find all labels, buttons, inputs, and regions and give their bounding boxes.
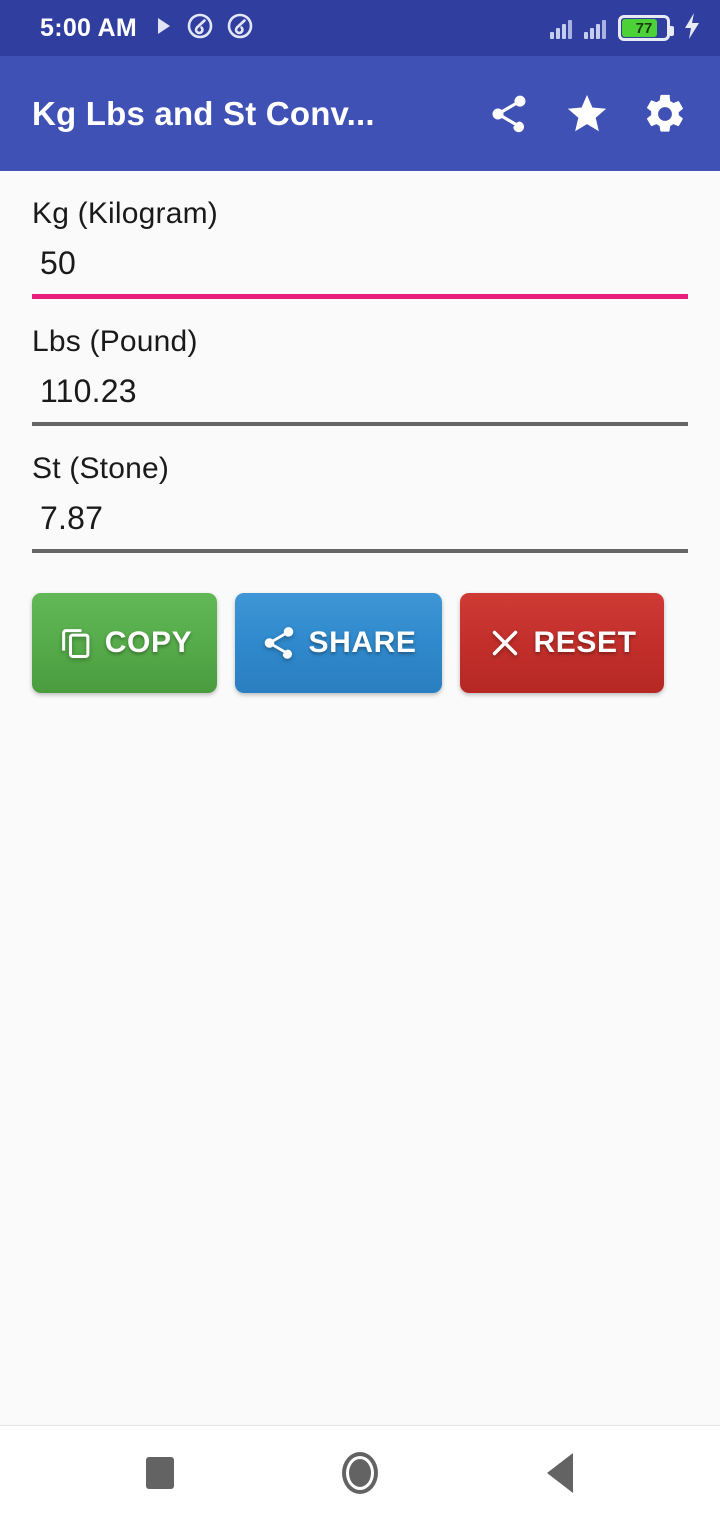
app-notification-icon: [187, 13, 213, 44]
st-field-label: St (Stone): [32, 452, 170, 485]
share-icon[interactable]: [478, 83, 540, 145]
home-button[interactable]: [325, 1438, 395, 1508]
status-bar-notification-icons: [155, 13, 253, 44]
recents-button[interactable]: [125, 1438, 195, 1508]
status-bar-clock: 5:00 AM: [40, 13, 138, 42]
triangle-back-icon: [547, 1453, 573, 1493]
lbs-input[interactable]: [32, 373, 688, 422]
kg-field-label: Kg (Kilogram): [32, 197, 218, 230]
st-field-row[interactable]: [32, 500, 688, 553]
lbs-field-row[interactable]: [32, 373, 688, 426]
status-bar: 5:00 AM 77: [0, 0, 720, 56]
system-navigation-bar: [0, 1426, 720, 1520]
circle-icon: [342, 1452, 378, 1494]
back-button[interactable]: [525, 1438, 595, 1508]
st-input-underline: [32, 549, 688, 553]
copy-button[interactable]: COPY: [32, 593, 217, 693]
app-screen: 5:00 AM 77 Kg Lbs and St Conv... Kg (Kil…: [0, 0, 720, 1520]
charging-bolt-icon: [682, 12, 702, 44]
copy-icon: [57, 624, 95, 662]
share-button[interactable]: SHARE: [235, 593, 442, 693]
field-group-lbs: Lbs (Pound): [32, 325, 688, 426]
battery-icon: 77: [618, 15, 674, 41]
share-button-label: SHARE: [308, 626, 417, 659]
copy-button-label: COPY: [104, 626, 193, 659]
app-notification-icon: [227, 13, 253, 44]
play-icon: [155, 16, 173, 41]
converter-form: Kg (Kilogram) Lbs (Pound) St (Stone): [0, 171, 720, 1425]
kg-field-row[interactable]: [32, 245, 688, 299]
field-group-st: St (Stone): [32, 452, 688, 553]
action-button-row: COPY SHARE RESET: [32, 593, 688, 693]
field-group-kg: Kg (Kilogram): [32, 197, 688, 299]
signal-strength-icon-sim2: [584, 17, 606, 39]
gear-icon[interactable]: [634, 83, 696, 145]
signal-strength-icon-sim1: [550, 17, 572, 39]
reset-button-label: RESET: [533, 626, 637, 659]
reset-button[interactable]: RESET: [460, 593, 664, 693]
close-x-icon: [487, 625, 523, 661]
lbs-field-label: Lbs (Pound): [32, 325, 198, 358]
kg-input-underline: [32, 294, 688, 299]
st-input[interactable]: [32, 500, 688, 549]
kg-input[interactable]: [32, 245, 688, 294]
square-icon: [146, 1457, 174, 1489]
battery-percent-label: 77: [635, 19, 653, 37]
share-icon: [260, 624, 298, 662]
status-bar-system-icons: 77: [550, 12, 702, 44]
app-title: Kg Lbs and St Conv...: [32, 94, 375, 132]
star-icon[interactable]: [556, 83, 618, 145]
app-bar: Kg Lbs and St Conv...: [0, 56, 720, 171]
lbs-input-underline: [32, 422, 688, 426]
